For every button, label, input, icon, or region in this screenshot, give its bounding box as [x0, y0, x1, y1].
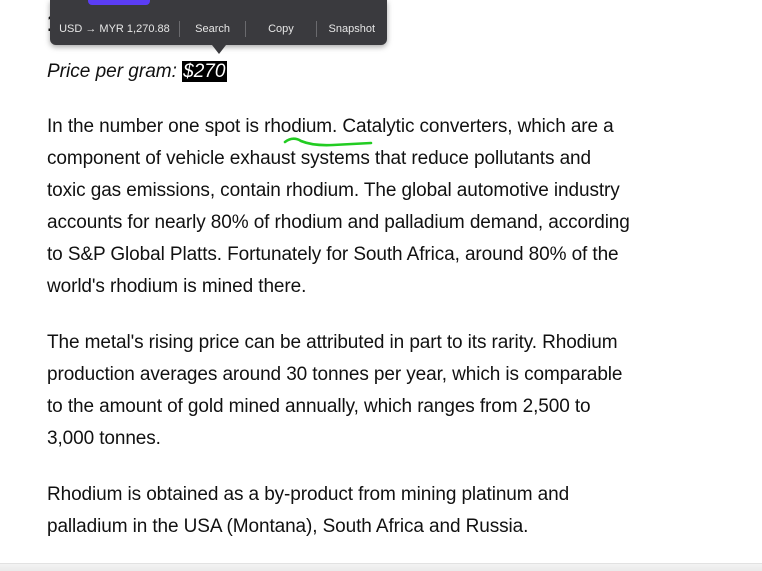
paragraph-line: palladium in the USA (Montana), South Af…	[47, 516, 529, 537]
toolbar-pointer-arrow	[212, 45, 226, 54]
page-bottom-edge	[0, 563, 762, 571]
selection-toolbar: USD → MYR 1,270.88 Search Copy Snapshot	[50, 0, 387, 54]
snapshot-button[interactable]: Snapshot	[317, 17, 387, 41]
paragraph-line: to S&P Global Platts. Fortunately for So…	[47, 244, 619, 265]
paragraph-rhodium-rarity: The metal's rising price can be attribut…	[47, 327, 727, 455]
toolbar-actions: USD → MYR 1,270.88 Search Copy Snapshot	[50, 17, 387, 41]
toolbar-accent-bar	[88, 0, 150, 5]
paragraph-line: The metal's rising price can be attribut…	[47, 332, 618, 353]
selected-price-value[interactable]: $270	[182, 61, 228, 82]
price-label: Price per gram:	[47, 61, 183, 82]
paragraph-line: toxic gas emissions, contain rhodium. Th…	[47, 180, 620, 201]
paragraph-rhodium-source: Rhodium is obtained as a by-product from…	[47, 479, 727, 543]
paragraph-line: to the amount of gold mined annually, wh…	[47, 396, 591, 417]
currency-conversion-button[interactable]: USD → MYR 1,270.88	[50, 17, 179, 41]
paragraph-line: component of vehicle exhaust systems tha…	[47, 148, 591, 169]
paragraph-line: Rhodium is obtained as a by-product from…	[47, 484, 570, 505]
paragraph-line: accounts for nearly 80% of rhodium and p…	[47, 212, 630, 233]
search-button[interactable]: Search	[180, 17, 245, 41]
paragraph-line: 3,000 tonnes.	[47, 428, 161, 449]
paragraph-line: In the number one spot is rhodium. Catal…	[47, 116, 614, 137]
price-per-gram-line: Price per gram: $270	[47, 59, 228, 85]
paragraph-line: production averages around 30 tonnes per…	[47, 364, 623, 385]
paragraph-line: world's rhodium is mined there.	[47, 276, 307, 297]
copy-button[interactable]: Copy	[246, 17, 315, 41]
paragraph-rhodium-intro: In the number one spot is rhodium. Catal…	[47, 111, 727, 303]
